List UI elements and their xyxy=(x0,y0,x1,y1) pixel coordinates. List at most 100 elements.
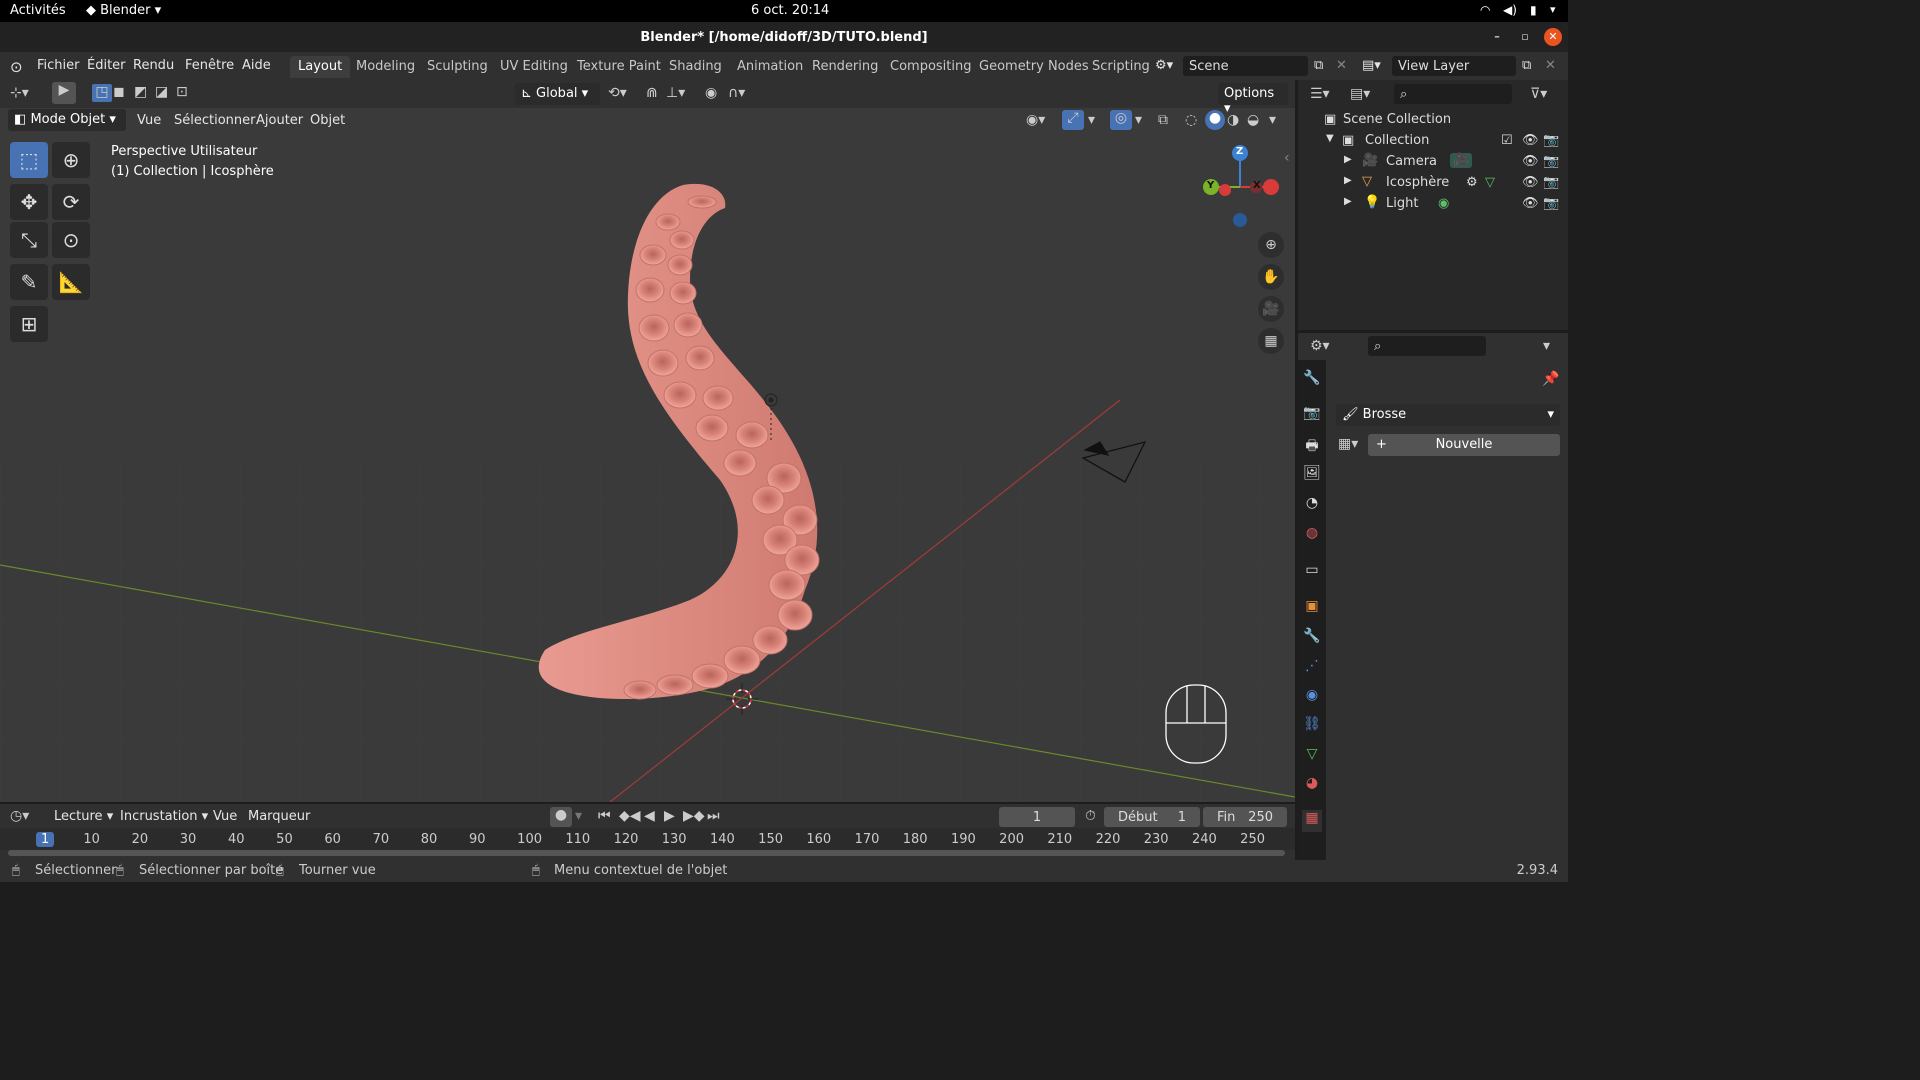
display-mode-icon[interactable]: ▤▾ xyxy=(1350,86,1370,102)
rotate-tool-icon[interactable]: ⟳ xyxy=(52,184,90,220)
pivot-point-icon[interactable]: ⟲▾ xyxy=(608,85,627,101)
view-layer-tab-icon[interactable]: 🖼 xyxy=(1302,465,1322,487)
texture-browse-icon[interactable]: ▦▾ xyxy=(1338,436,1358,452)
menu-ajouter[interactable]: Ajouter xyxy=(256,113,303,128)
view-layer-selector-icon[interactable]: ▤▾ xyxy=(1362,58,1381,73)
system-menu-icon[interactable]: ▾ xyxy=(1550,3,1556,16)
scene-name-field[interactable]: Scene xyxy=(1183,56,1308,76)
viewport-canvas[interactable] xyxy=(0,80,1295,802)
texture-tab-icon[interactable]: ▦ xyxy=(1302,810,1322,832)
select-box-tool-icon[interactable]: ⬚ xyxy=(10,142,48,178)
particles-tab-icon[interactable]: ⋰ xyxy=(1302,658,1322,680)
properties-editor-type-icon[interactable]: ⚙▾ xyxy=(1310,338,1330,354)
tab-layout[interactable]: Layout xyxy=(290,56,351,78)
render-camera-icon[interactable]: 📷 xyxy=(1543,154,1559,169)
tab-scripting[interactable]: Scripting xyxy=(1084,56,1158,78)
camera-data-icon[interactable]: 🎥 xyxy=(1450,153,1473,168)
clock[interactable]: 6 oct. 20:14 xyxy=(751,3,829,18)
minimize-icon[interactable]: – xyxy=(1488,28,1506,46)
menu-fenetre[interactable]: Fenêtre xyxy=(185,58,234,73)
activities-button[interactable]: Activités xyxy=(10,3,66,18)
include-checkbox-icon[interactable]: ☑ xyxy=(1501,133,1513,148)
tab-texture-paint[interactable]: Texture Paint xyxy=(569,56,669,78)
cursor-tool-icon[interactable]: ⊕ xyxy=(52,142,90,178)
stopwatch-icon[interactable]: ⏱ xyxy=(1085,808,1096,824)
shading-wireframe-icon[interactable]: ◌ xyxy=(1185,112,1197,128)
mode-intersect-icon[interactable]: ⊡ xyxy=(176,84,188,100)
material-tab-icon[interactable]: ◕ xyxy=(1302,775,1322,797)
record-keyframes-icon[interactable]: ● xyxy=(550,807,572,827)
timeline-scrollbar[interactable] xyxy=(8,850,1285,856)
new-scene-icon[interactable]: ⧉ xyxy=(1314,58,1323,73)
menu-objet[interactable]: Objet xyxy=(310,113,345,128)
falloff-icon[interactable]: ∩▾ xyxy=(728,85,745,101)
new-view-layer-icon[interactable]: ⧉ xyxy=(1522,58,1531,73)
end-frame-field[interactable]: Fin 250 xyxy=(1203,807,1287,827)
render-camera-icon[interactable]: 📷 xyxy=(1543,175,1559,190)
outliner-row-camera[interactable]: ▶ 🎥 Camera 🎥 👁 📷 xyxy=(1298,152,1568,173)
expand-toggle-icon[interactable]: ▶ xyxy=(1344,154,1352,165)
camera-view-icon[interactable]: 🎥 xyxy=(1258,296,1284,322)
menu-marqueur[interactable]: Marqueur xyxy=(248,809,310,824)
prev-keyframe-icon[interactable]: ◆◀ xyxy=(619,808,641,824)
menu-incrustation[interactable]: Incrustation ▾ xyxy=(120,809,208,824)
outliner-search-input[interactable]: ⌕ xyxy=(1394,84,1512,104)
transform-orientation-dropdown[interactable]: ⊾ Global ▾ xyxy=(515,83,600,105)
outliner-row-icosphere[interactable]: ▶ ▽ Icosphère ⚙ ▽ 👁 📷 xyxy=(1298,173,1568,194)
properties-options-icon[interactable]: ▾ xyxy=(1543,338,1550,354)
start-frame-field[interactable]: Début 1 xyxy=(1104,807,1200,827)
visibility-filter-icon[interactable]: ◉▾ xyxy=(1026,112,1045,128)
mode-subtract-icon[interactable]: ◩ xyxy=(134,84,147,100)
jump-start-icon[interactable]: ⏮ xyxy=(598,808,611,824)
physics-tab-icon[interactable]: ◉ xyxy=(1302,687,1322,709)
light-data-icon[interactable]: ◉ xyxy=(1438,196,1449,211)
zoom-icon[interactable]: ⊕ xyxy=(1258,232,1284,258)
volume-icon[interactable]: ◀) xyxy=(1503,3,1517,17)
properties-search-input[interactable]: ⌕ xyxy=(1368,336,1486,356)
output-tab-icon[interactable]: 🖶 xyxy=(1302,435,1322,457)
tab-rendering[interactable]: Rendering xyxy=(804,56,886,78)
menu-editer[interactable]: Éditer xyxy=(87,58,126,73)
play-icon[interactable]: ▶ xyxy=(664,808,675,824)
scale-tool-icon[interactable]: ⤡ xyxy=(10,222,48,258)
view-layer-field[interactable]: View Layer xyxy=(1392,56,1516,76)
scene-tab-icon[interactable]: ◔ xyxy=(1302,495,1322,517)
expand-toggle-icon[interactable]: ▼ xyxy=(1326,133,1334,144)
object-tab-icon[interactable]: ▣ xyxy=(1302,598,1322,620)
tab-modeling[interactable]: Modeling xyxy=(348,56,423,78)
tab-uv-editing[interactable]: UV Editing xyxy=(492,56,576,78)
render-tab-icon[interactable]: 📷 xyxy=(1302,405,1322,427)
overlays-toggle-icon[interactable]: ◎ xyxy=(1110,110,1132,130)
visibility-eye-icon[interactable]: 👁 xyxy=(1522,175,1539,190)
brush-panel-header[interactable]: 🖌 Brosse ▾ xyxy=(1336,404,1560,426)
shading-solid-icon[interactable]: ● xyxy=(1205,110,1225,130)
transform-tool-icon[interactable]: ⊙ xyxy=(52,222,90,258)
overlays-dropdown-icon[interactable]: ▾ xyxy=(1135,112,1142,128)
perspective-toggle-icon[interactable]: ▦ xyxy=(1258,328,1284,354)
snap-toggle-icon[interactable]: ⋒ xyxy=(646,85,658,101)
menu-lecture[interactable]: Lecture ▾ xyxy=(54,809,113,824)
gizmo-toggle-icon[interactable]: ⤢ xyxy=(1062,110,1084,130)
shading-dropdown-icon[interactable]: ▾ xyxy=(1269,112,1276,128)
add-cube-tool-icon[interactable]: ⊞ xyxy=(10,306,48,342)
tab-compositing[interactable]: Compositing xyxy=(882,56,980,78)
data-tab-icon[interactable]: ▽ xyxy=(1302,746,1322,768)
frame-ruler[interactable]: 1 10 20 30 40 50 60 70 80 90 100 110 120 130 140 150 160… xyxy=(0,828,1295,850)
select-tool-icon[interactable]: ▶ xyxy=(52,82,76,104)
constraints-tab-icon[interactable]: ⛓ xyxy=(1302,716,1322,738)
menu-vue[interactable]: Vue xyxy=(137,113,161,128)
modifier-tab-icon[interactable]: 🔧 xyxy=(1302,628,1322,650)
editor-type-icon[interactable]: ⊹▾ xyxy=(10,85,29,101)
expand-toggle-icon[interactable]: ▶ xyxy=(1344,196,1352,207)
options-dropdown[interactable]: Options ▾ xyxy=(1218,83,1288,116)
tab-animation[interactable]: Animation xyxy=(729,56,811,78)
tab-sculpting[interactable]: Sculpting xyxy=(419,56,496,78)
delete-view-layer-icon[interactable]: ✕ xyxy=(1545,58,1556,73)
world-tab-icon[interactable]: ◍ xyxy=(1302,525,1322,547)
mode-extend-icon[interactable]: ◼ xyxy=(113,84,125,100)
tab-geometry-nodes[interactable]: Geometry Nodes xyxy=(971,56,1097,78)
tab-shading[interactable]: Shading xyxy=(661,56,730,78)
gizmo-z-label[interactable]: Z xyxy=(1236,146,1243,157)
pan-hand-icon[interactable]: ✋ xyxy=(1258,264,1284,290)
scene-selector-icon[interactable]: ⚙▾ xyxy=(1155,58,1173,73)
